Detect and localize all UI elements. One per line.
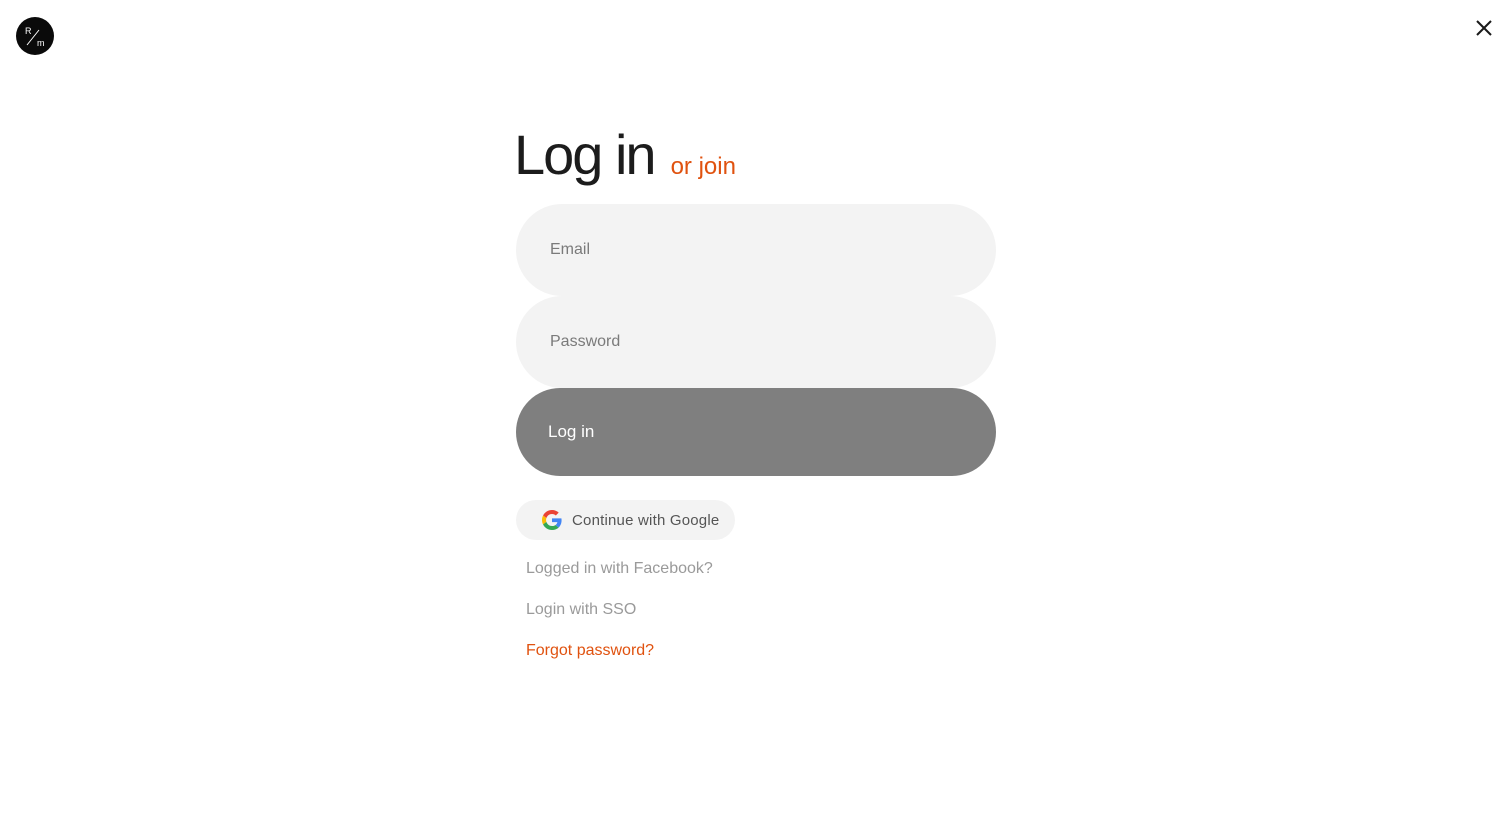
- email-field[interactable]: [550, 204, 950, 296]
- sso-login-link[interactable]: Login with SSO: [526, 599, 996, 621]
- close-icon: [1476, 20, 1492, 36]
- join-link[interactable]: or join: [671, 153, 736, 181]
- login-page: R m Log in or join Log in: [0, 0, 1512, 814]
- svg-text:m: m: [37, 38, 45, 48]
- continue-with-google-button[interactable]: Continue with Google: [516, 500, 736, 540]
- secondary-links: Logged in with Facebook? Login with SSO …: [516, 558, 996, 662]
- page-title: Log in: [514, 123, 657, 186]
- close-button[interactable]: [1470, 14, 1498, 42]
- page-heading: Log in or join: [514, 120, 996, 190]
- forgot-password-link[interactable]: Forgot password?: [526, 640, 996, 662]
- login-form: Log in or join Log in Continue with Goog…: [514, 120, 996, 681]
- password-field-container: [516, 296, 996, 388]
- password-field[interactable]: [550, 296, 950, 388]
- brand-logo[interactable]: R m: [16, 17, 54, 55]
- login-button-label: Log in: [548, 422, 595, 441]
- svg-text:R: R: [25, 26, 32, 36]
- google-button-label: Continue with Google: [572, 511, 720, 529]
- logo-icon: R m: [25, 26, 45, 48]
- google-icon: [542, 510, 562, 530]
- login-button[interactable]: Log in: [516, 388, 996, 476]
- email-field-container: [516, 204, 996, 296]
- facebook-login-link[interactable]: Logged in with Facebook?: [526, 558, 996, 580]
